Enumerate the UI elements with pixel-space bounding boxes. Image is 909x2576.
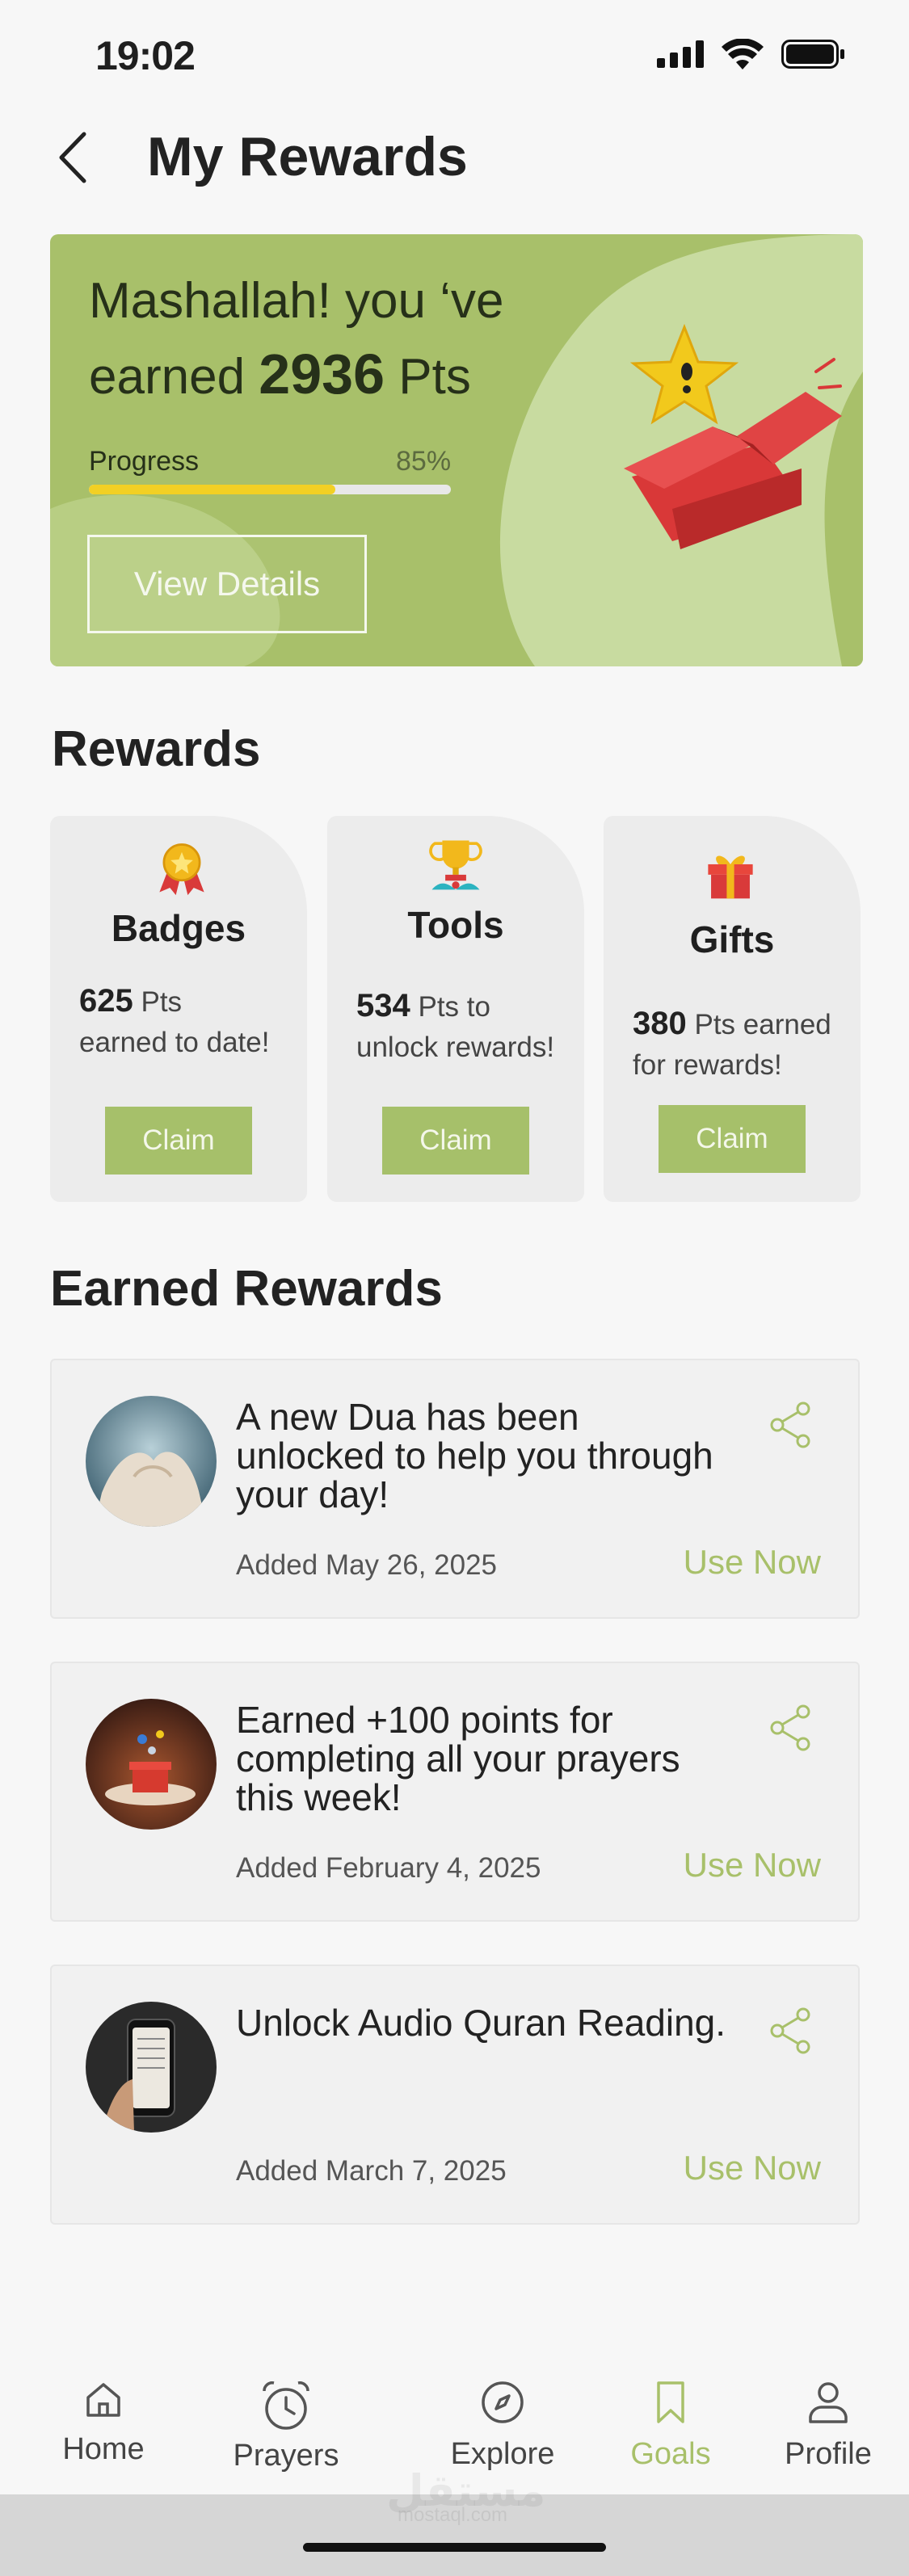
signal-icon	[657, 40, 704, 68]
earned-reward-item[interactable]: A new Dua has been unlocked to help you …	[50, 1359, 860, 1619]
medal-icon	[159, 843, 204, 896]
nav-item-profile[interactable]: Profile	[755, 2378, 901, 2472]
progress-bar	[89, 485, 451, 494]
earned-reward-item[interactable]: Earned +100 points for completing all yo…	[50, 1662, 860, 1922]
reward-card-description: 625 Pts earned to date!	[79, 981, 291, 1063]
earned-reward-date: Added February 4, 2025	[236, 1852, 541, 1884]
compass-icon	[482, 2381, 524, 2423]
hero-line-1: Mashallah! you ‘ve	[89, 273, 504, 329]
earned-reward-text: Earned +100 points for completing all yo…	[236, 1699, 680, 1818]
phone-quran-thumbnail	[86, 2002, 217, 2133]
progress-percent: 85%	[396, 446, 452, 477]
view-details-button[interactable]: View Details	[87, 535, 367, 633]
reward-card-desc-line1: Pts earned	[694, 1009, 831, 1040]
battery-icon	[781, 40, 844, 69]
status-time: 19:02	[95, 33, 196, 78]
reward-card-points: 625	[79, 983, 133, 1019]
earned-rewards-title: Earned Rewards	[50, 1261, 443, 1317]
nav-label: Profile	[785, 2437, 872, 2471]
watermark-url: mostaql.com	[398, 2504, 508, 2526]
reward-card-title: Gifts	[689, 918, 775, 960]
earned-reward-date: Added March 7, 2025	[236, 2155, 507, 2187]
reward-card-points: 380	[633, 1006, 687, 1041]
nav-label: Goals	[630, 2437, 711, 2471]
reward-card-description: 534 Pts to unlock rewards!	[356, 985, 568, 1068]
reward-card-description: 380 Pts earned for rewards!	[633, 1003, 844, 1086]
reward-card-desc-line1: Pts to	[418, 991, 490, 1023]
use-now-button[interactable]: Use Now	[684, 1846, 821, 1885]
nav-item-goals[interactable]: Goals	[598, 2378, 743, 2472]
earned-reward-text: A new Dua has been unlocked to help you …	[236, 1396, 713, 1515]
alarm-clock-icon	[263, 2381, 309, 2430]
use-now-button[interactable]: Use Now	[684, 1543, 821, 1582]
reward-card-desc-line2: unlock rewards!	[356, 1032, 555, 1063]
claim-button[interactable]: Claim	[105, 1107, 252, 1175]
earned-reward-text: Unlock Audio Quran Reading.	[236, 2002, 726, 2044]
reward-card-desc-line1: Pts	[141, 986, 183, 1018]
user-icon	[809, 2382, 848, 2423]
points-summary-card: Mashallah! you ‘ve earned 2936 Pts Progr…	[50, 234, 863, 666]
rewards-section-title: Rewards	[52, 721, 261, 777]
bookmark-icon	[657, 2381, 684, 2423]
wifi-icon	[722, 39, 764, 69]
nav-label: Prayers	[233, 2439, 339, 2473]
chevron-left-icon	[59, 132, 86, 183]
reward-card-badges[interactable]: Badges 625 Pts earned to date! Claim	[50, 816, 307, 1202]
dua-hands-thumbnail	[86, 1396, 217, 1527]
reward-card-desc-line2: earned to date!	[79, 1027, 270, 1058]
nav-item-explore[interactable]: Explore	[430, 2378, 575, 2472]
share-icon[interactable]	[768, 1704, 813, 1752]
hero-earned-label: earned	[89, 349, 246, 405]
home-icon	[86, 2383, 120, 2417]
progress-label: Progress	[89, 446, 200, 477]
gift-box-star-illustration	[624, 323, 842, 549]
claim-button[interactable]: Claim	[382, 1107, 529, 1175]
reward-card-desc-line2: for rewards!	[633, 1049, 782, 1081]
hero-points-value: 2936	[259, 342, 385, 406]
hero-line-2: earned 2936 Pts	[89, 338, 504, 414]
back-button[interactable]	[57, 125, 105, 190]
nav-item-home[interactable]: Home	[31, 2378, 176, 2467]
reward-card-gifts[interactable]: Gifts 380 Pts earned for rewards! Claim	[604, 816, 861, 1202]
share-icon[interactable]	[768, 2007, 813, 2055]
gift-icon	[708, 855, 753, 899]
hero-headline: Mashallah! you ‘ve earned 2936 Pts	[89, 265, 504, 414]
reward-card-title: Tools	[407, 904, 504, 946]
status-icons	[657, 39, 846, 69]
share-icon[interactable]	[768, 1401, 813, 1449]
reward-card-title: Badges	[111, 907, 246, 949]
earned-reward-item[interactable]: Unlock Audio Quran Reading. Added March …	[50, 1965, 860, 2225]
trophy-icon	[429, 840, 482, 890]
page-title: My Rewards	[147, 126, 468, 187]
reward-card-tools[interactable]: Tools 534 Pts to unlock rewards! Claim	[327, 816, 584, 1202]
gift-box-thumbnail	[86, 1699, 217, 1830]
earned-reward-date: Added May 26, 2025	[236, 1549, 498, 1581]
home-indicator[interactable]	[303, 2543, 606, 2552]
nav-item-prayers[interactable]: Prayers	[213, 2378, 359, 2473]
reward-card-points: 534	[356, 988, 410, 1023]
nav-label: Home	[62, 2432, 145, 2466]
progress-bar-fill	[89, 485, 335, 494]
hero-pts-label: Pts	[398, 349, 471, 405]
use-now-button[interactable]: Use Now	[684, 2149, 821, 2187]
claim-button[interactable]: Claim	[659, 1105, 806, 1173]
